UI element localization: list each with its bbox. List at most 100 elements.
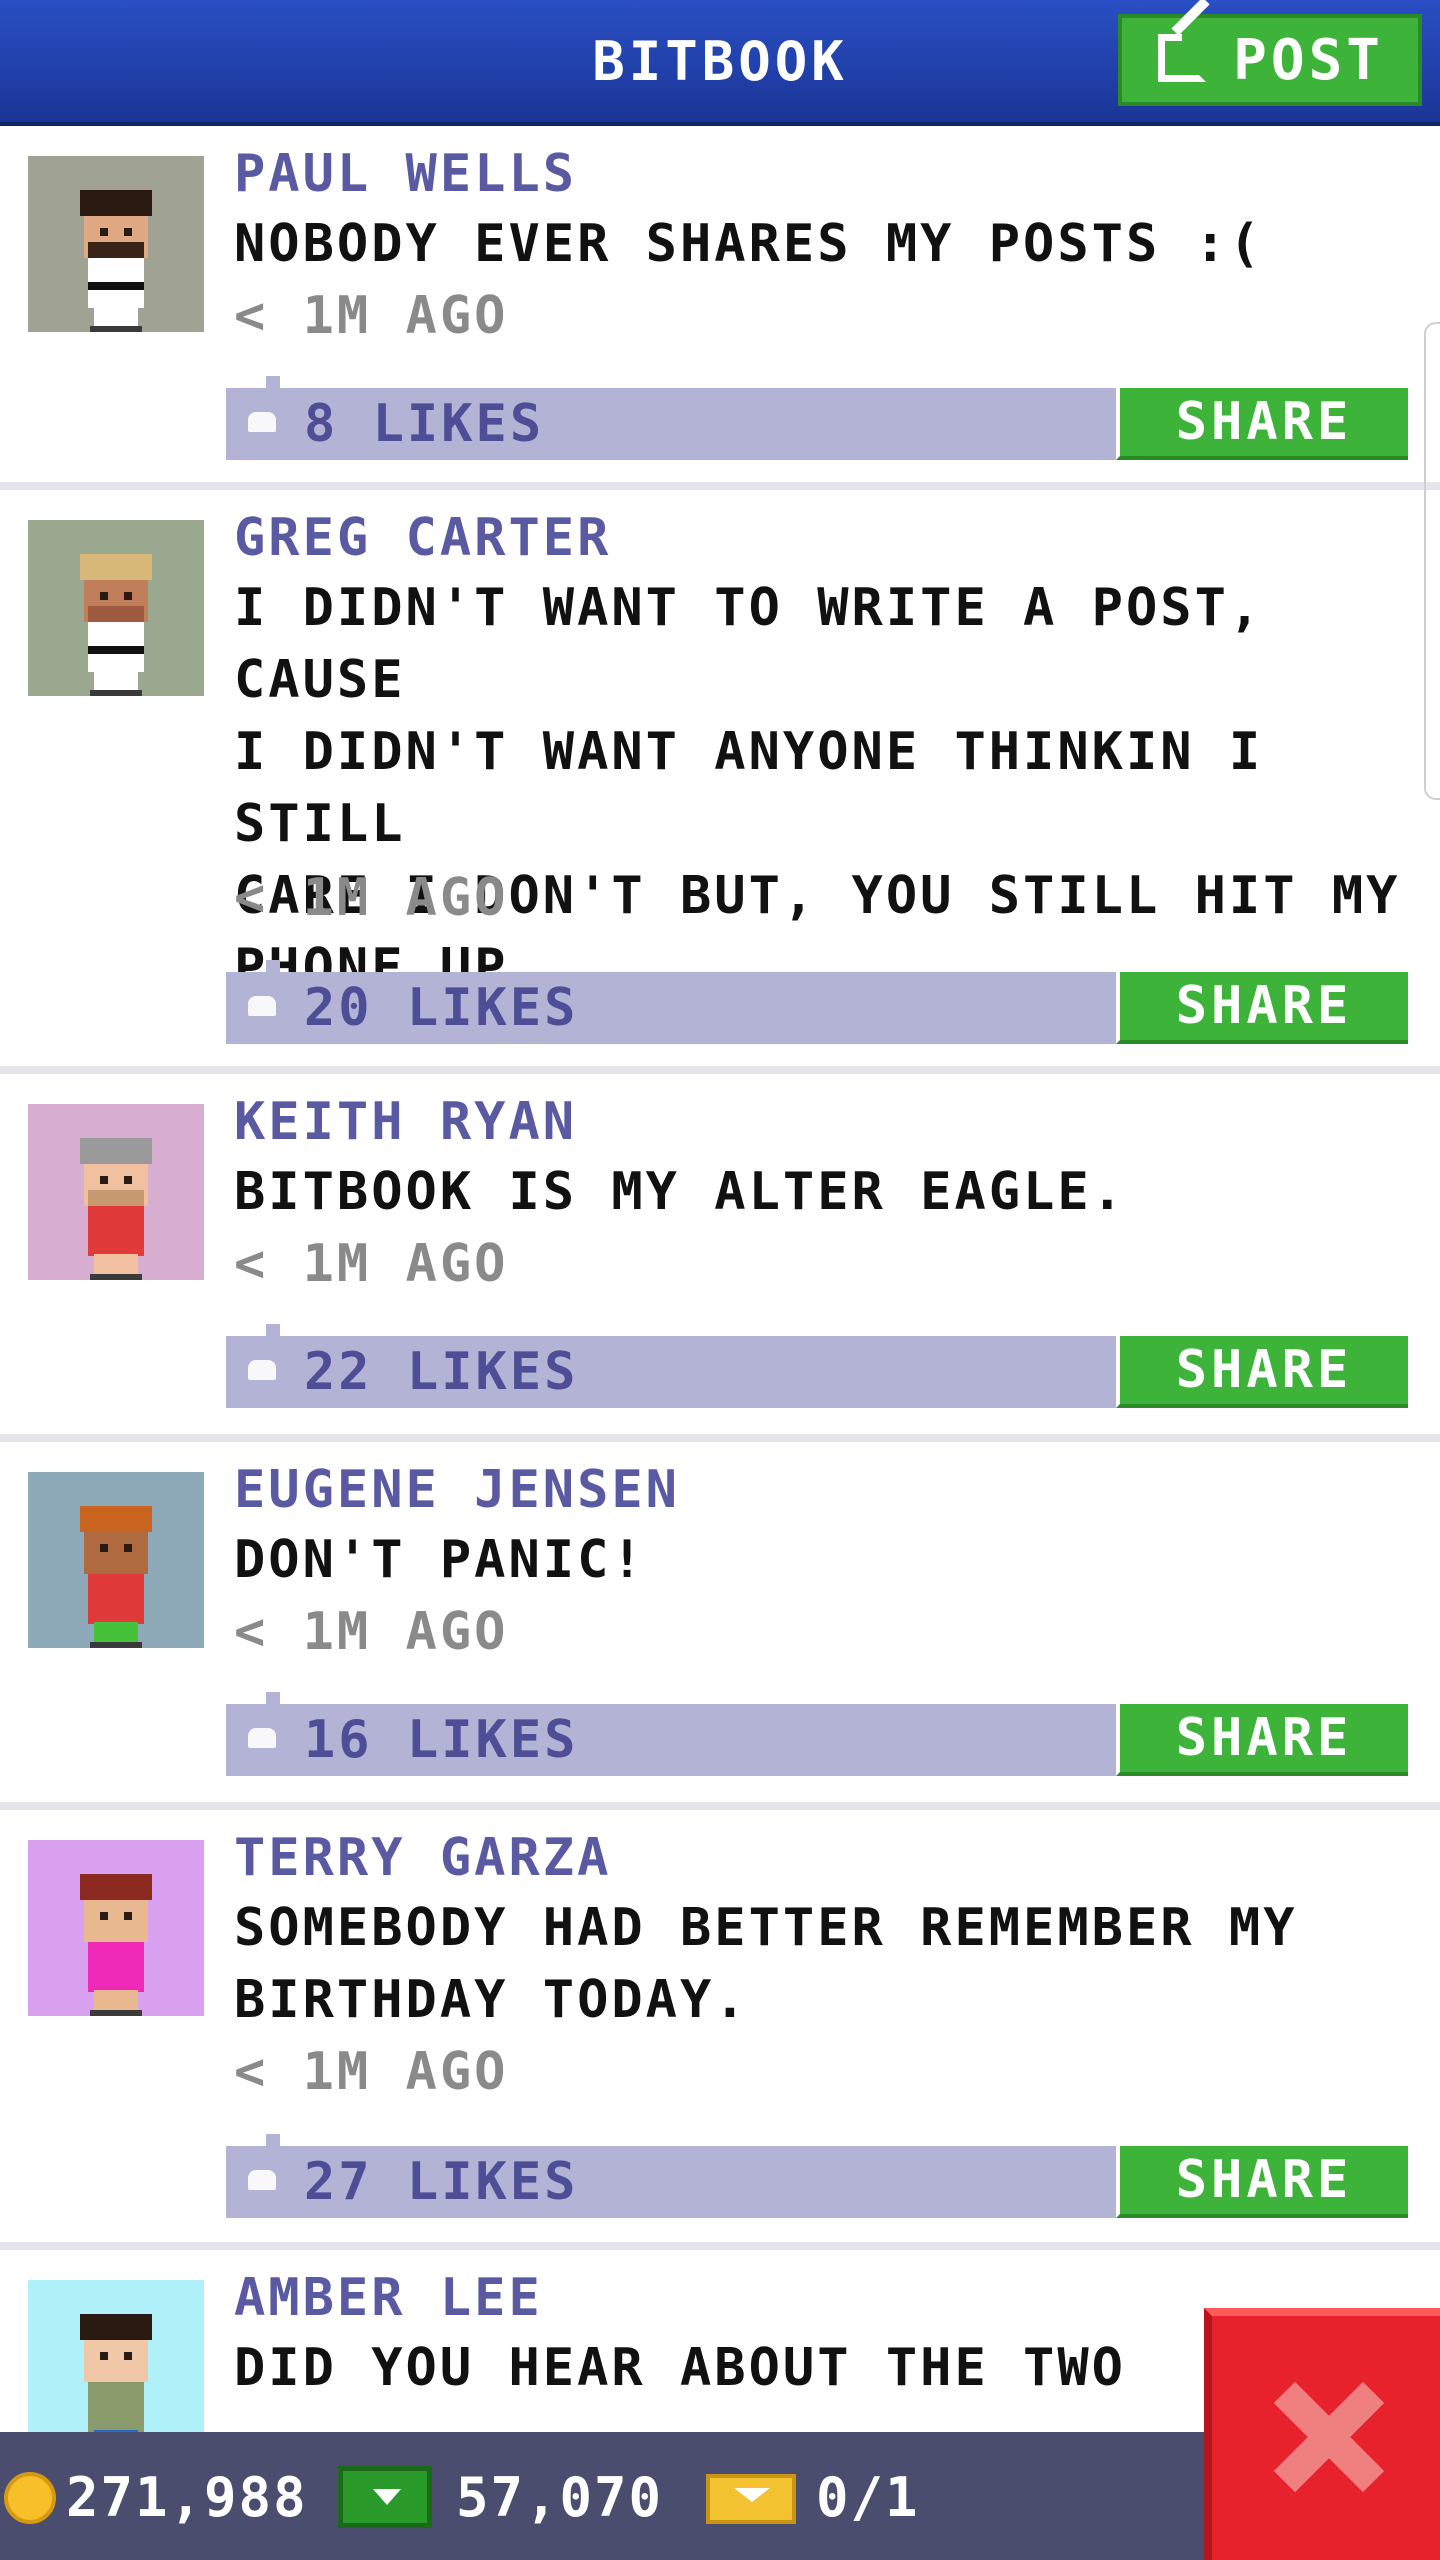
share-button[interactable]: SHARE xyxy=(1116,972,1408,1044)
like-bar[interactable]: 20 LIKES SHARE xyxy=(226,960,1408,1044)
avatar[interactable] xyxy=(28,1840,204,2016)
post-text: SOMEBODY HAD BETTER REMEMBER MY BIRTHDAY… xyxy=(234,1898,1298,2030)
close-button[interactable] xyxy=(1204,2308,1440,2560)
avatar[interactable] xyxy=(28,2280,204,2456)
avatar-eye2 xyxy=(124,2352,132,2360)
avatar-eye2 xyxy=(124,228,132,236)
like-bar-knob xyxy=(266,1692,280,1704)
post-time: < 1M AGO xyxy=(234,1602,509,1662)
avatar[interactable] xyxy=(28,1472,204,1648)
avatar-hair xyxy=(80,1874,152,1900)
avatar-body xyxy=(88,1206,144,1256)
like-count: 22 LIKES xyxy=(304,1342,579,1402)
like-icon xyxy=(248,1360,276,1380)
like-bar[interactable]: 16 LIKES SHARE xyxy=(226,1692,1408,1776)
avatar-eye1 xyxy=(100,592,108,600)
avatar-legs xyxy=(94,1254,138,1276)
avatar-figure xyxy=(78,1498,154,1648)
post-card: GREG CARTER I DIDN'T WANT TO WRITE A POS… xyxy=(0,490,1440,1074)
avatar-hair xyxy=(80,2314,152,2340)
coin-count: 271,988 xyxy=(66,2466,308,2529)
post-text: BITBOOK IS MY ALTER EAGLE. xyxy=(234,1162,1126,1222)
like-icon xyxy=(248,996,276,1016)
like-bar-knob xyxy=(266,1324,280,1336)
post-author[interactable]: KEITH RYAN xyxy=(234,1092,577,1152)
avatar-hair xyxy=(80,554,152,580)
avatar-hair xyxy=(80,190,152,216)
avatar-figure xyxy=(78,182,154,332)
like-bar-knob xyxy=(266,2134,280,2146)
share-button[interactable]: SHARE xyxy=(1116,1336,1408,1408)
post-button-label: POST xyxy=(1233,27,1384,93)
post-author[interactable]: AMBER LEE xyxy=(234,2268,543,2328)
scrollbar[interactable] xyxy=(1424,322,1440,800)
post-time: < 1M AGO xyxy=(234,1234,509,1294)
avatar[interactable] xyxy=(28,520,204,696)
avatar-figure xyxy=(78,1866,154,2016)
post-card: TERRY GARZA SOMEBODY HAD BETTER REMEMBER… xyxy=(0,1810,1440,2250)
avatar-body xyxy=(88,1942,144,1992)
avatar-body xyxy=(88,1574,144,1624)
avatar-eye1 xyxy=(100,1912,108,1920)
feed[interactable]: PAUL WELLS NOBODY EVER SHARES MY POSTS :… xyxy=(0,126,1440,2550)
avatar-body xyxy=(88,2382,144,2432)
post-text: DON'T PANIC! xyxy=(234,1530,646,1590)
post-author[interactable]: GREG CARTER xyxy=(234,508,611,568)
avatar[interactable] xyxy=(28,156,204,332)
avatar-eye1 xyxy=(100,2352,108,2360)
coin-icon xyxy=(4,2472,56,2524)
avatar-eye2 xyxy=(124,1544,132,1552)
avatar-legs xyxy=(94,670,138,692)
avatar-figure xyxy=(78,1130,154,1280)
avatar-eye1 xyxy=(100,1544,108,1552)
avatar-legs xyxy=(94,1990,138,2012)
avatar-feet xyxy=(90,690,142,696)
like-icon xyxy=(248,1728,276,1748)
post-author[interactable]: EUGENE JENSEN xyxy=(234,1460,680,1520)
post-button[interactable]: POST xyxy=(1118,14,1422,106)
like-count: 16 LIKES xyxy=(304,1710,579,1770)
avatar-legs xyxy=(94,306,138,328)
avatar-feet xyxy=(90,326,142,332)
ticket-icon xyxy=(706,2474,796,2524)
avatar-belt xyxy=(88,646,144,654)
post-author[interactable]: PAUL WELLS xyxy=(234,144,577,204)
like-icon xyxy=(248,2170,276,2190)
post-author[interactable]: TERRY GARZA xyxy=(234,1828,611,1888)
bux-count: 57,070 xyxy=(456,2466,664,2529)
share-button[interactable]: SHARE xyxy=(1116,388,1408,460)
post-time: < 1M AGO xyxy=(234,2042,509,2102)
post-text: NOBODY EVER SHARES MY POSTS :( xyxy=(234,214,1264,274)
like-bar[interactable]: 8 LIKES SHARE xyxy=(226,376,1408,460)
edit-icon xyxy=(1158,34,1206,82)
post-time: < 1M AGO xyxy=(234,286,509,346)
avatar-hair xyxy=(80,1138,152,1164)
like-bar-knob xyxy=(266,960,280,972)
like-bar[interactable]: 27 LIKES SHARE xyxy=(226,2134,1408,2218)
post-card: PAUL WELLS NOBODY EVER SHARES MY POSTS :… xyxy=(0,126,1440,490)
like-count: 27 LIKES xyxy=(304,2152,579,2212)
avatar-hair xyxy=(80,1506,152,1532)
avatar-eye1 xyxy=(100,1176,108,1184)
avatar-figure xyxy=(78,546,154,696)
avatar-eye2 xyxy=(124,1176,132,1184)
avatar-eye1 xyxy=(100,228,108,236)
ticket-count: 0/1 xyxy=(816,2466,920,2529)
bux-icon xyxy=(338,2466,432,2528)
avatar-feet xyxy=(90,1274,142,1280)
share-button[interactable]: SHARE xyxy=(1116,1704,1408,1776)
like-count: 8 LIKES xyxy=(304,394,545,454)
post-time: < 1M AGO xyxy=(234,868,509,928)
top-bar: BITBOOK POST xyxy=(0,0,1440,126)
like-bar[interactable]: 22 LIKES SHARE xyxy=(226,1324,1408,1408)
post-text: I DIDN'T WANT TO WRITE A POST, CAUSE I D… xyxy=(234,578,1401,998)
avatar[interactable] xyxy=(28,1104,204,1280)
post-card: KEITH RYAN BITBOOK IS MY ALTER EAGLE. < … xyxy=(0,1074,1440,1442)
avatar-legs xyxy=(94,1622,138,1644)
like-count: 20 LIKES xyxy=(304,978,579,1038)
avatar-eye2 xyxy=(124,1912,132,1920)
post-card: EUGENE JENSEN DON'T PANIC! < 1M AGO 16 L… xyxy=(0,1442,1440,1810)
share-button[interactable]: SHARE xyxy=(1116,2146,1408,2218)
avatar-feet xyxy=(90,1642,142,1648)
avatar-belt xyxy=(88,282,144,290)
